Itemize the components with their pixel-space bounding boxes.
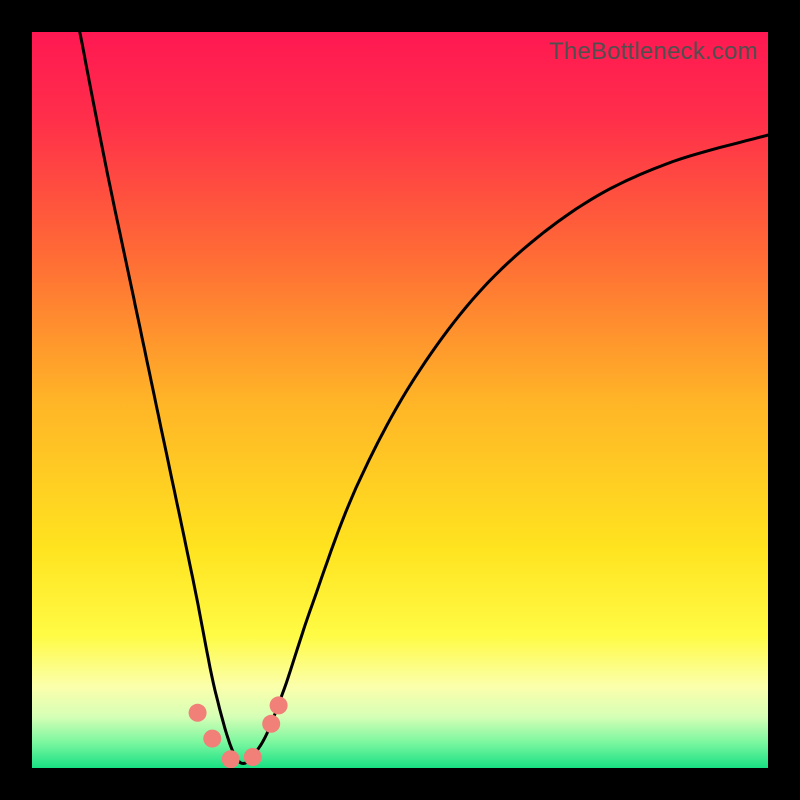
highlight-marker [244, 748, 262, 766]
highlight-marker [262, 715, 280, 733]
highlight-marker [189, 704, 207, 722]
highlight-marker [222, 750, 240, 768]
highlight-marker [270, 696, 288, 714]
highlight-marker [203, 730, 221, 748]
watermark-text: TheBottleneck.com [549, 38, 758, 66]
plot-area: TheBottleneck.com [32, 32, 768, 768]
chart-svg [32, 32, 768, 768]
outer-frame: TheBottleneck.com [0, 0, 800, 800]
